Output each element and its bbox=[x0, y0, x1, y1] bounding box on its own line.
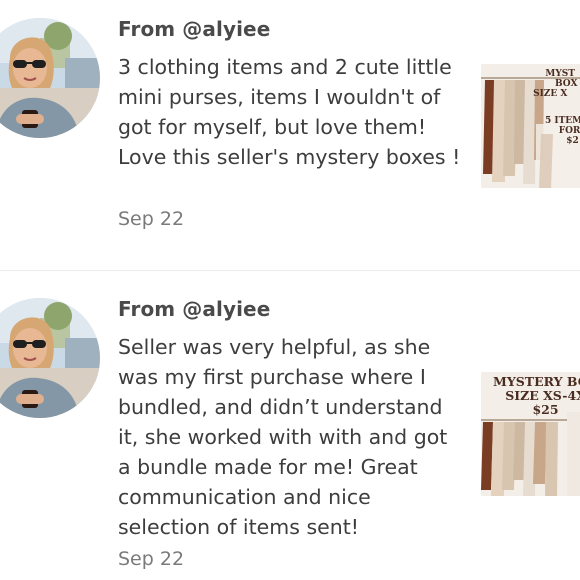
thumb-label-top: MYST BOX SIZE X bbox=[533, 69, 578, 100]
avatar-photo-icon bbox=[0, 298, 100, 418]
thumb-label-mid: 5 ITEM FOR $2 bbox=[545, 116, 580, 147]
review-item: From @alyiee 3 clothing items and 2 cute… bbox=[0, 0, 580, 270]
avatar[interactable] bbox=[0, 298, 100, 418]
avatar-photo-icon bbox=[0, 18, 100, 138]
product-thumbnail[interactable]: MYST BOX SIZE X 5 ITEM FOR $2 bbox=[481, 64, 580, 188]
review-item: From @alyiee Seller was very helpful, as… bbox=[0, 271, 580, 580]
review-date: Sep 22 bbox=[118, 548, 185, 570]
review-date: Sep 22 bbox=[118, 208, 185, 230]
review-text: 3 clothing items and 2 cute little mini … bbox=[118, 55, 461, 169]
review-author[interactable]: From @alyiee bbox=[118, 297, 270, 321]
reviews-page: From @alyiee 3 clothing items and 2 cute… bbox=[0, 0, 580, 580]
thumb-label-top: MYSTERY BOX SIZE XS-4X $25 bbox=[493, 374, 580, 417]
review-text: Seller was very helpful, as she was my f… bbox=[118, 335, 448, 539]
avatar[interactable] bbox=[0, 18, 100, 138]
product-thumbnail[interactable]: MYSTERY BOX SIZE XS-4X $25 bbox=[481, 372, 580, 496]
review-author[interactable]: From @alyiee bbox=[118, 17, 270, 41]
